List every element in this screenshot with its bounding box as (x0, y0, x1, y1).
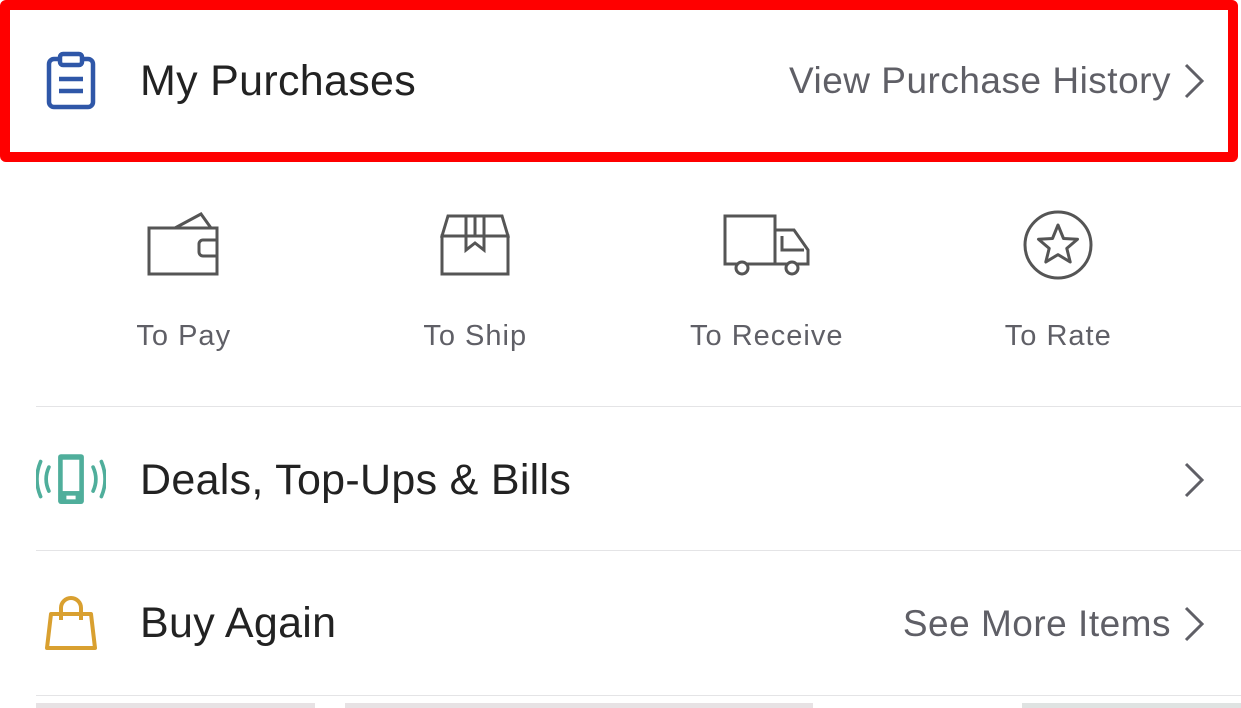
status-label: To Pay (136, 320, 232, 352)
see-more-items-link[interactable]: See More Items (903, 603, 1207, 645)
wallet-icon (139, 200, 229, 290)
box-icon (430, 200, 520, 290)
product-thumbnail[interactable] (842, 703, 992, 708)
order-status-bar: To Pay To Ship To Receive To Rate (38, 200, 1204, 370)
status-to-ship[interactable]: To Ship (330, 200, 622, 370)
status-to-receive[interactable]: To Receive (621, 200, 913, 370)
view-purchase-history-label: View Purchase History (788, 60, 1171, 101)
status-to-rate[interactable]: To Rate (913, 200, 1205, 370)
status-label: To Ship (423, 320, 528, 352)
truck-icon (722, 200, 812, 290)
status-label: To Receive (690, 320, 844, 352)
buy-again-title: Buy Again (140, 599, 337, 647)
divider (36, 406, 1241, 407)
product-thumbnail[interactable] (1021, 703, 1241, 708)
product-thumbnail[interactable] (36, 703, 315, 708)
deals-topups-bills-row[interactable]: Deals, Top-Ups & Bills (0, 410, 1241, 550)
my-purchases-row[interactable]: My Purchases View Purchase History (0, 0, 1241, 162)
product-thumbnail[interactable] (344, 703, 813, 708)
chevron-right-icon (1184, 606, 1205, 641)
product-thumbnails-strip (36, 703, 1241, 708)
star-icon (1013, 200, 1103, 290)
divider (36, 695, 1241, 696)
chevron-right-icon (1184, 63, 1205, 99)
deals-chevron-link[interactable] (1181, 460, 1207, 500)
see-more-items-label: See More Items (902, 602, 1171, 644)
status-label: To Rate (1004, 320, 1112, 352)
divider (36, 550, 1241, 551)
my-purchases-title: My Purchases (140, 56, 417, 105)
shopping-bag-icon (36, 589, 106, 659)
purchases-screen: My Purchases View Purchase History To Pa… (0, 0, 1241, 708)
view-purchase-history-link[interactable]: View Purchase History (789, 60, 1207, 102)
deals-title: Deals, Top-Ups & Bills (140, 455, 572, 504)
buy-again-row[interactable]: Buy Again See More Items (0, 552, 1241, 695)
status-to-pay[interactable]: To Pay (38, 200, 330, 370)
chevron-right-icon (1184, 462, 1205, 498)
phone-signal-icon (36, 445, 106, 515)
clipboard-icon (36, 46, 106, 116)
